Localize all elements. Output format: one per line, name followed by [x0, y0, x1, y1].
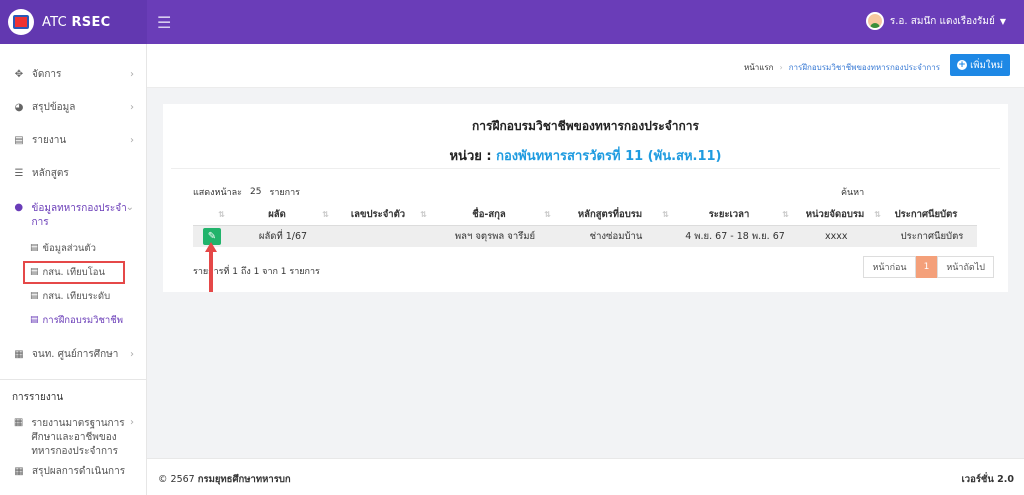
next-page-button[interactable]: หน้าถัดไป	[937, 256, 994, 278]
unit-heading: หน่วย : กองพันทหารสารวัตรที่ 11 (พัน.สห.…	[449, 149, 722, 164]
move-icon: ✥	[14, 69, 24, 80]
breadcrumb-current[interactable]: การฝึกอบรมวิชาชีพของทหารกองประจำการ	[789, 61, 940, 74]
cell-course: ช่างซ่อมบ้าน	[557, 225, 675, 247]
sort-icon: ⇅	[544, 210, 551, 219]
chevron-down-icon: ⌄	[125, 202, 134, 213]
bar-chart-icon: ▤	[14, 135, 24, 146]
users-icon: ●	[14, 202, 24, 213]
cell-name: พลฯ จตุรพล จารึมย์	[433, 225, 557, 247]
table-header-row: ⇅ ผลัด ⇅ เลขประจำตัว ⇅ ชื่อ-สกุล ⇅ หลักสูตร…	[193, 205, 977, 226]
column-header-round[interactable]: ผลัด ⇅	[231, 205, 335, 226]
column-header-period[interactable]: ระยะเวลา ⇅	[675, 205, 795, 226]
breadcrumb-bar: หน้าแรก › การฝึกอบรมวิชาชีพของทหารกองประ…	[147, 44, 1024, 88]
chevron-right-icon: ›	[130, 102, 134, 113]
grid-icon: ▦	[14, 465, 24, 477]
sidebar-item-education-staff[interactable]: ▦ จนท. ศูนย์การศึกษา ›	[0, 338, 146, 371]
breadcrumb-home[interactable]: หน้าแรก	[744, 61, 774, 74]
table-row: ✎ ผลัดที่ 1/67 พลฯ จตุรพล จารึมย์ ช่างซ่…	[193, 225, 977, 247]
page-title: การฝึกอบรมวิชาชีพของทหารกองประจำการ	[472, 119, 699, 133]
user-menu[interactable]: ร.อ. สมนึก แดงเรืองรัมย์ ▼	[865, 12, 1006, 30]
sidebar-item-summary[interactable]: ◕ สรุปข้อมูล ›	[0, 91, 146, 124]
sidebar-item-summary-report[interactable]: ▦ สรุปผลการดำเนินการ	[0, 459, 146, 483]
cell-org: xxxx	[795, 225, 887, 247]
footer: © 2567 กรมยุทธศึกษาทหารบก เวอร์ชั่น 2.0	[147, 458, 1024, 495]
annotation-arrow-icon	[205, 242, 217, 292]
column-header-org[interactable]: หน่วยจัดอบรม ⇅	[795, 205, 887, 226]
sort-icon: ⇅	[874, 210, 881, 219]
sidebar-subitem-vocational-training[interactable]: ▤ การฝึกอบรมวิชาชีพ	[0, 308, 146, 332]
sort-icon: ⇅	[420, 210, 427, 219]
avatar	[865, 12, 884, 30]
sidebar-item-standard-report[interactable]: ▦ รายงานมาตรฐานการศึกษาและอาชีพของทหารกอ…	[0, 413, 146, 459]
bar-chart-icon: ▤	[30, 291, 39, 301]
chevron-down-icon: ▼	[999, 16, 1006, 26]
user-name: ร.อ. สมนึก แดงเรืองรัมย์	[889, 15, 995, 27]
sidebar-item-report[interactable]: ▤ รายงาน ›	[0, 124, 146, 157]
footer-org-link[interactable]: กรมยุทธศึกษาทหารบก	[198, 474, 291, 485]
column-header-id[interactable]: เลขประจำตัว ⇅	[335, 205, 433, 226]
top-bar: ATC RSEC ☰ ร.อ. สมนึก แดงเรืองรัมย์ ▼	[0, 0, 1024, 44]
search-label[interactable]: ค้นหา	[841, 185, 864, 199]
chevron-right-icon: ›	[130, 417, 134, 428]
sidebar-item-courses[interactable]: ☰ หลักสูตร	[0, 157, 146, 190]
chevron-right-icon: ›	[130, 349, 134, 360]
divider	[171, 168, 1000, 169]
sidebar-subitem-level[interactable]: ▤ กสน. เทียบระดับ	[0, 284, 146, 308]
app-logo-icon	[8, 9, 34, 35]
cell-cert: ประกาศนียบัตร	[887, 225, 977, 247]
plus-circle-icon: +	[957, 60, 968, 70]
pie-chart-icon: ◕	[14, 102, 24, 113]
current-page-button[interactable]: 1	[915, 256, 938, 278]
sort-icon: ⇅	[662, 210, 669, 219]
highlight-box	[23, 261, 125, 284]
page-length-control: แสดงหน้าละ 25 รายการ	[193, 187, 300, 198]
list-icon: ☰	[14, 168, 24, 179]
sidebar-item-manage[interactable]: ✥ จัดการ ›	[0, 58, 146, 91]
version: เวอร์ชั่น 2.0	[961, 474, 1014, 485]
main-content: หน้าแรก › การฝึกอบรมวิชาชีพของทหารกองประ…	[147, 44, 1024, 495]
cell-period: 4 พ.ย. 67 - 18 พ.ย. 67	[675, 225, 795, 247]
column-header-action[interactable]: ⇅	[193, 205, 231, 226]
add-new-button[interactable]: + เพิ่มใหม่	[950, 54, 1010, 76]
cell-id	[335, 225, 433, 247]
report-section-header: การรายงาน	[12, 392, 64, 403]
breadcrumb: หน้าแรก › การฝึกอบรมวิชาชีพของทหารกองประ…	[744, 61, 940, 74]
sidebar-subitem-personal[interactable]: ▤ ข้อมูลส่วนตัว	[0, 236, 146, 260]
chevron-right-icon: ›	[130, 69, 134, 80]
data-table: ⇅ ผลัด ⇅ เลขประจำตัว ⇅ ชื่อ-สกุล ⇅ หลักสูตร…	[193, 205, 977, 247]
chevron-right-icon: ›	[779, 63, 783, 72]
grid-icon: ▦	[14, 349, 24, 360]
copyright: © 2567 กรมยุทธศึกษาทหารบก	[158, 474, 291, 485]
sort-icon: ⇅	[322, 210, 329, 219]
content-card: การฝึกอบรมวิชาชีพของทหารกองประจำการ หน่ว…	[163, 104, 1008, 292]
bar-chart-icon: ▤	[30, 243, 39, 253]
hamburger-icon[interactable]: ☰	[157, 13, 171, 32]
chevron-right-icon: ›	[130, 135, 134, 146]
prev-page-button[interactable]: หน้าก่อน	[863, 256, 916, 278]
column-header-name[interactable]: ชื่อ-สกุล ⇅	[433, 205, 557, 226]
grid-icon: ▦	[13, 417, 24, 428]
pagination: หน้าก่อน 1 หน้าถัดไป	[863, 256, 994, 278]
brand[interactable]: ATC RSEC	[0, 0, 147, 44]
cell-round: ผลัดที่ 1/67	[231, 225, 335, 247]
page-length-select[interactable]: 25	[250, 187, 261, 197]
bar-chart-icon: ▤	[30, 315, 39, 325]
app-name: ATC RSEC	[42, 14, 111, 30]
sort-icon: ⇅	[782, 210, 789, 219]
sidebar-item-soldiers[interactable]: ● ข้อมูลทหารกองประจำการ ⌄	[0, 190, 146, 236]
sort-icon: ⇅	[218, 210, 225, 219]
column-header-course[interactable]: หลักสูตรที่อบรม ⇅	[557, 205, 675, 226]
column-header-cert[interactable]: ประกาศนียบัตร	[887, 205, 977, 226]
unit-value: กองพันทหารสารวัตรที่ 11 (พัน.สห.11)	[496, 149, 722, 164]
